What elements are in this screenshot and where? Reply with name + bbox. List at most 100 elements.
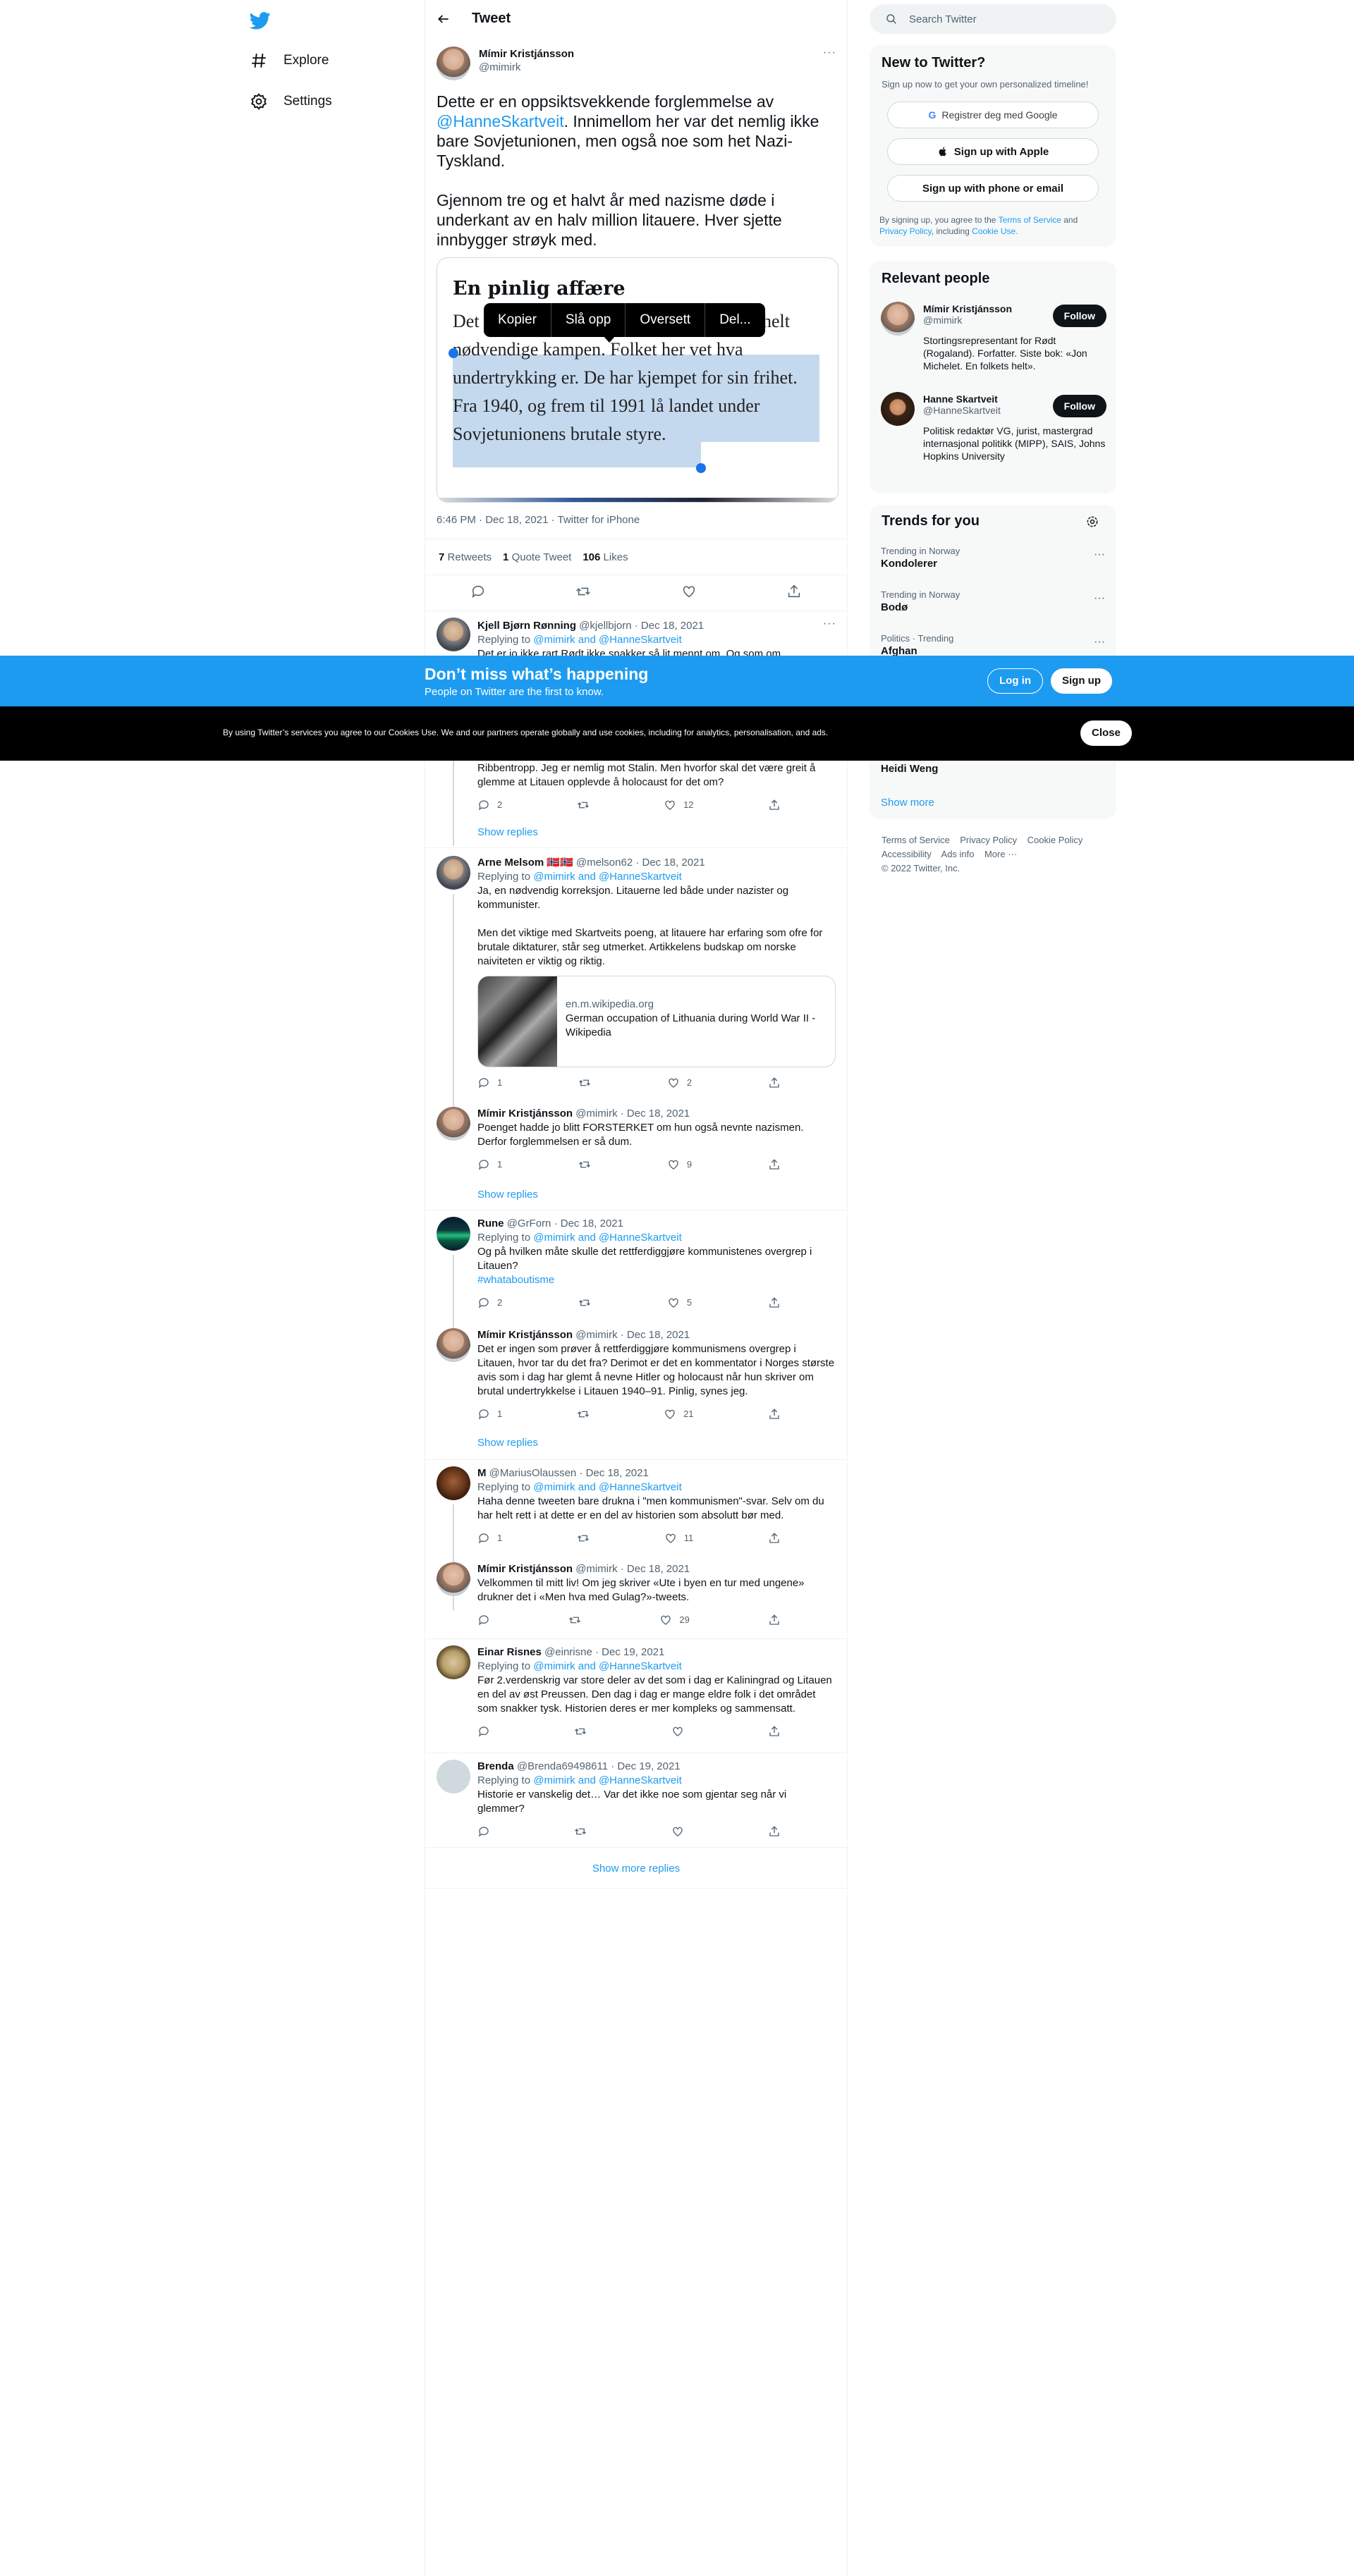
avatar[interactable] [881, 302, 915, 336]
like-action[interactable]: 11 [664, 1531, 693, 1545]
avatar[interactable] [437, 1562, 470, 1596]
avatar[interactable] [437, 1645, 470, 1679]
selection-handle[interactable] [696, 463, 706, 473]
reply-action[interactable] [477, 1824, 490, 1839]
like-action[interactable]: 21 [664, 1407, 694, 1421]
show-more-replies[interactable]: Show more replies [425, 1863, 847, 1875]
signup-button[interactable]: Sign up [1051, 668, 1112, 694]
trend-item[interactable]: Politics · Trending Afghan ··· [881, 633, 1105, 657]
more-icon[interactable]: ··· [1094, 636, 1105, 649]
replying-to-link[interactable]: @mimirk and @HanneSkartveit [533, 1481, 682, 1493]
like-action[interactable]: 5 [667, 1296, 692, 1310]
cookie-link[interactable]: Cookie Use. [972, 226, 1018, 236]
settings-icon[interactable] [1085, 515, 1099, 529]
retweet-action[interactable] [578, 1158, 591, 1172]
like-action[interactable] [671, 1724, 684, 1738]
avatar[interactable] [881, 392, 915, 426]
login-button[interactable]: Log in [987, 668, 1043, 694]
nav-explore[interactable]: Explore [250, 47, 329, 75]
share-action[interactable] [768, 1407, 781, 1421]
reply-author[interactable]: Kjell Bjørn Rønning [477, 620, 576, 632]
footer-link[interactable]: Terms of Service [882, 835, 950, 845]
share-action[interactable] [768, 1531, 781, 1545]
share-action[interactable] [768, 1076, 781, 1090]
reply-author[interactable]: Einar Risnes [477, 1646, 542, 1658]
menu-item-copy[interactable]: Kopier [484, 303, 551, 337]
retweet-action[interactable] [578, 1076, 591, 1090]
quote-count[interactable]: 1 Quote Tweet [503, 551, 571, 563]
replying-to-link[interactable]: @mimirk and @HanneSkartveit [533, 634, 682, 646]
person-name[interactable]: Mímir Kristjánsson [923, 303, 1036, 314]
reply-author[interactable]: Mímir Kristjánsson [477, 1329, 573, 1341]
avatar[interactable] [437, 618, 470, 651]
privacy-link[interactable]: Privacy Policy [879, 226, 932, 236]
more-icon[interactable]: ··· [1094, 592, 1105, 605]
share-action[interactable] [768, 1613, 781, 1627]
footer-link[interactable]: Accessibility [882, 849, 932, 859]
reply-author[interactable]: Arne Melsom 🇳🇴🇳🇴 [477, 857, 573, 869]
menu-item-lookup[interactable]: Slå opp [551, 303, 626, 337]
follow-button[interactable]: Follow [1052, 395, 1106, 417]
apple-signup-button[interactable]: Sign up with Apple [887, 138, 1099, 165]
retweet-count[interactable]: 7 Retweets [439, 551, 492, 563]
retweet-action[interactable] [577, 798, 590, 812]
search-input[interactable]: Search Twitter [870, 4, 1116, 34]
share-action[interactable] [768, 1824, 781, 1839]
retweet-action[interactable] [577, 1407, 590, 1421]
google-signup-button[interactable]: G Registrer deg med Google [887, 102, 1099, 128]
trend-item[interactable]: Trending in Norway Kondolerer ··· [881, 546, 1105, 570]
reply-action[interactable]: 1 [477, 1158, 502, 1172]
reply-action[interactable]: 1 [477, 1407, 502, 1421]
reply-action[interactable]: 2 [477, 1296, 502, 1310]
reply-action[interactable]: 1 [477, 1531, 502, 1545]
like-icon[interactable] [681, 584, 697, 599]
reply-author[interactable]: Rune [477, 1218, 504, 1229]
retweet-action[interactable] [574, 1724, 587, 1738]
selection-handle[interactable] [449, 348, 458, 358]
avatar[interactable] [437, 1760, 470, 1793]
retweet-action[interactable] [578, 1296, 591, 1310]
avatar[interactable] [437, 856, 470, 890]
person-name[interactable]: Hanne Skartveit [923, 393, 1036, 405]
reply-icon[interactable] [470, 584, 486, 599]
share-action[interactable] [768, 1724, 781, 1738]
replying-to-link[interactable]: @mimirk and @HanneSkartveit [533, 1774, 682, 1786]
retweet-action[interactable] [577, 1531, 590, 1545]
like-action[interactable]: 29 [659, 1613, 690, 1627]
share-action[interactable] [768, 798, 781, 812]
retweet-icon[interactable] [575, 584, 591, 599]
article-screenshot[interactable]: En pinlig affære Det er Litauen, ikke Uk… [437, 257, 838, 503]
tweet-timestamp[interactable]: 6:46 PM · Dec 18, 2021 · Twitter for iPh… [437, 514, 640, 526]
reply-author[interactable]: Brenda [477, 1760, 514, 1772]
menu-item-share[interactable]: Del... [705, 303, 764, 337]
reply-author[interactable]: Mímir Kristjánsson [477, 1108, 573, 1120]
reply-action[interactable]: 1 [477, 1076, 502, 1090]
replying-to-link[interactable]: @mimirk and @HanneSkartveit [533, 1660, 682, 1672]
avatar[interactable] [437, 1328, 470, 1362]
avatar[interactable] [437, 1466, 470, 1500]
like-action[interactable] [671, 1824, 684, 1839]
menu-item-translate[interactable]: Oversett [626, 303, 706, 337]
retweet-action[interactable] [574, 1824, 587, 1839]
avatar[interactable] [437, 1107, 470, 1141]
cookie-close-button[interactable]: Close [1080, 720, 1132, 746]
show-more-link[interactable]: Show more [881, 797, 934, 809]
share-icon[interactable] [786, 584, 802, 599]
show-replies-link[interactable]: Show replies [477, 1437, 538, 1449]
twitter-logo-icon[interactable] [250, 10, 271, 31]
like-action[interactable]: 9 [667, 1158, 692, 1172]
footer-link[interactable]: Cookie Policy [1027, 835, 1083, 845]
trend-item[interactable]: Heidi Weng [881, 761, 1105, 775]
show-replies-link[interactable]: Show replies [477, 1189, 538, 1201]
reply-action[interactable] [477, 1724, 490, 1738]
footer-link[interactable]: Ads info [941, 849, 975, 859]
avatar[interactable] [437, 1217, 470, 1251]
footer-link[interactable]: Privacy Policy [960, 835, 1017, 845]
link-preview-card[interactable]: en.m.wikipedia.org German occupation of … [477, 976, 836, 1067]
more-icon[interactable]: ··· [1094, 548, 1105, 561]
more-icon[interactable]: ··· [823, 618, 836, 630]
hashtag-link[interactable]: #whataboutisme [477, 1273, 836, 1287]
reply-action[interactable] [477, 1613, 490, 1627]
reply-author[interactable]: Mímir Kristjánsson [477, 1563, 573, 1575]
share-action[interactable] [768, 1296, 781, 1310]
